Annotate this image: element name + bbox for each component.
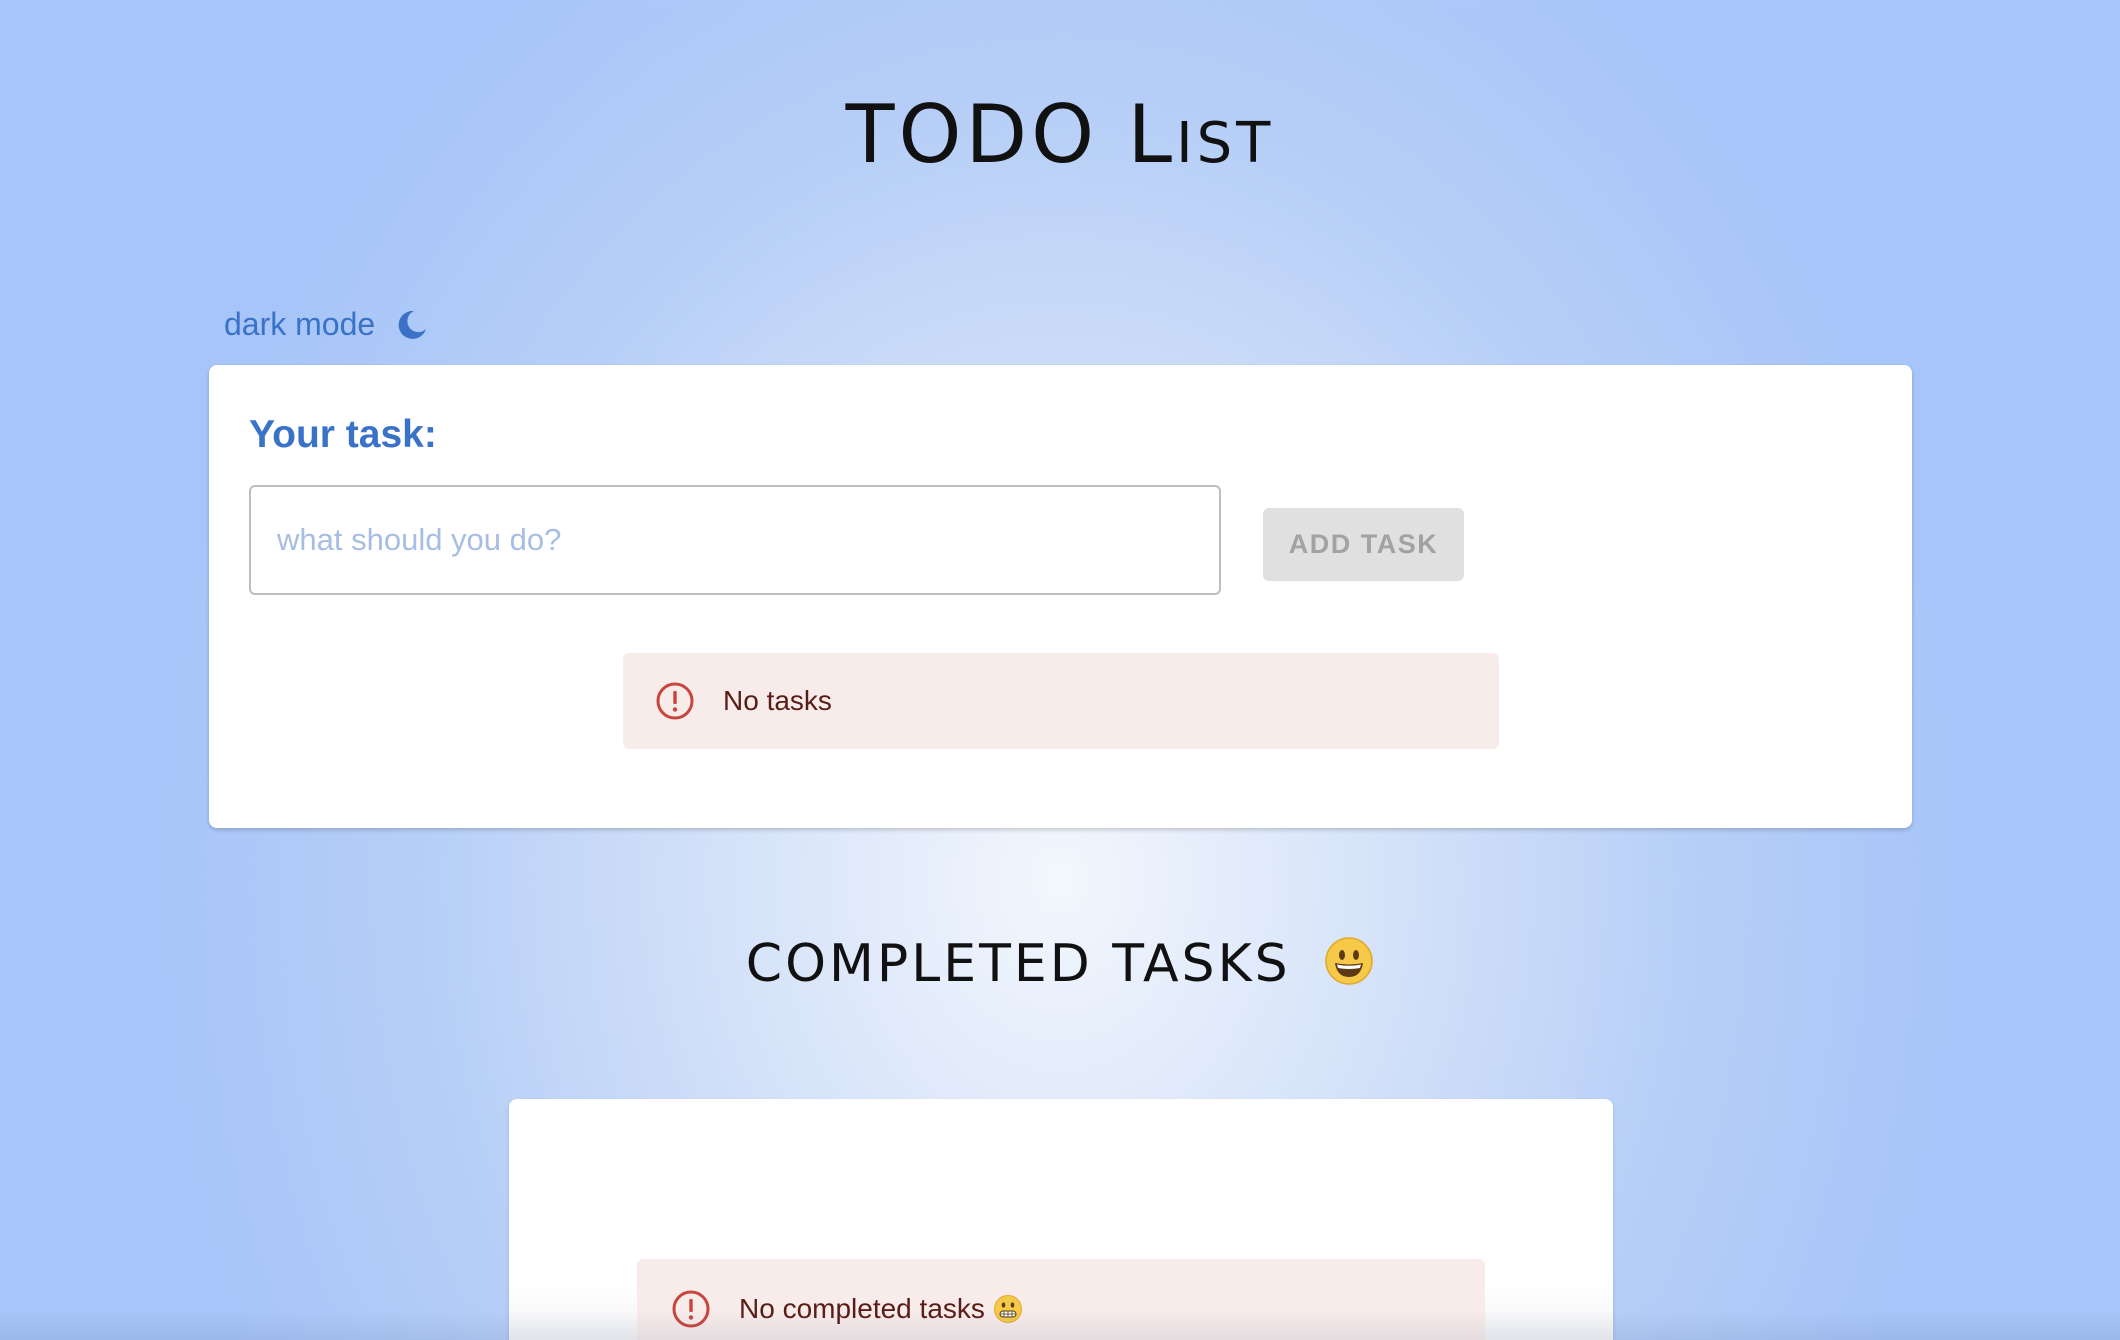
- page-title: TODO List: [845, 88, 1275, 181]
- dark-mode-toggle[interactable]: dark mode: [224, 306, 429, 343]
- grinning-face-icon: [1324, 936, 1374, 999]
- no-tasks-message: No tasks: [723, 685, 832, 716]
- dark-mode-label: dark mode: [224, 306, 376, 342]
- grimacing-face-icon: [993, 1294, 1023, 1324]
- no-tasks-alert: No tasks: [623, 653, 1499, 749]
- alert-circle-icon: [655, 681, 695, 721]
- completed-tasks-title: COMPLETED TASKS: [0, 934, 2120, 999]
- no-completed-tasks-message: No completed tasks: [739, 1293, 985, 1324]
- task-card: Your task: ADD TASK No tasks: [209, 365, 1912, 828]
- add-task-button[interactable]: ADD TASK: [1263, 508, 1464, 581]
- completed-tasks-card: No completed tasks: [509, 1099, 1613, 1340]
- alert-circle-icon: [671, 1289, 711, 1329]
- moon-icon: [395, 308, 429, 342]
- task-input[interactable]: [249, 485, 1221, 595]
- no-completed-tasks-alert: No completed tasks: [637, 1259, 1485, 1340]
- task-label: Your task:: [249, 413, 437, 456]
- completed-tasks-title-text: COMPLETED TASKS: [745, 934, 1291, 994]
